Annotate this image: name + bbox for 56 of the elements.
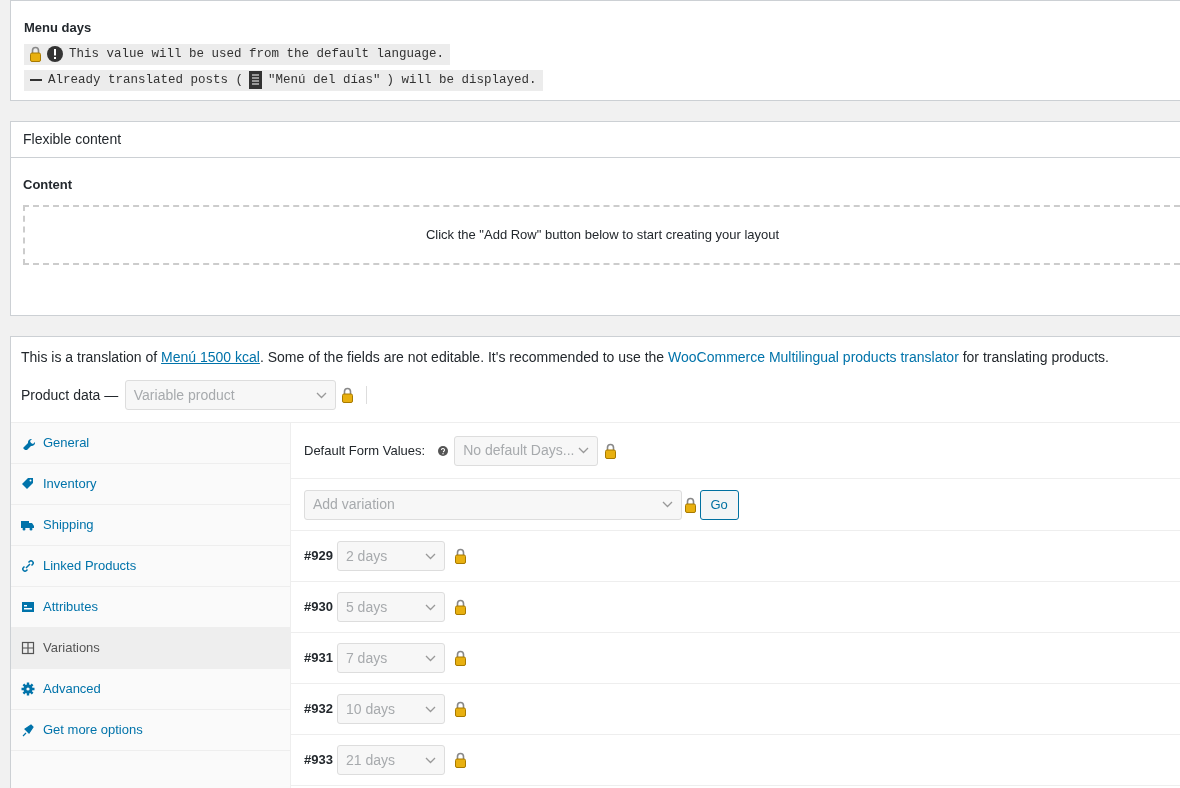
panel-title: Flexible content	[23, 130, 122, 149]
default-days-dropdown: No default Days...	[454, 435, 599, 466]
caret-icon	[315, 391, 327, 399]
document-icon	[249, 71, 263, 90]
notice-text: Already translated posts (	[48, 72, 244, 89]
variation-dropdown: 21 days	[336, 745, 445, 775]
field-label: Default Form Values:	[304, 441, 426, 460]
notice-text: This value will be used from the default language.	[69, 46, 445, 63]
lock-icon	[454, 548, 466, 564]
lock-icon	[604, 442, 616, 459]
notice-text: ) will be displayed.	[386, 72, 537, 89]
grid-icon	[21, 641, 35, 655]
lock-icon	[30, 46, 41, 63]
original-product-link[interactable]: Menú 1500 kcal	[161, 349, 260, 365]
variation-id: #930	[304, 598, 333, 617]
caret-icon	[578, 447, 590, 454]
caret-icon	[424, 552, 436, 560]
plug-icon	[21, 723, 35, 737]
tag-icon	[21, 477, 35, 491]
warning-icon	[47, 46, 63, 63]
caret-icon	[424, 705, 436, 713]
variation-dropdown: 7 days	[336, 643, 445, 673]
product-type-dropdown: Variable product	[124, 380, 336, 410]
variation-dropdown: 10 days	[336, 694, 445, 724]
wrench-icon	[21, 436, 35, 450]
lock-icon	[685, 496, 697, 513]
link-icon	[21, 559, 35, 573]
caret-icon	[424, 654, 436, 662]
empty-message: Click the "Add Row" button below to start creating your layout	[425, 225, 780, 244]
lock-icon	[454, 599, 466, 615]
product-data-label: Product data —	[21, 385, 119, 405]
translation-notice: This is a translation of Menú 1500 kcal. Some of the fields are not editable. It's recommended to use the WooCommerce Multilingual products translator for translating products.	[20, 348, 1110, 367]
lock-icon	[454, 701, 466, 717]
truck-icon	[21, 518, 35, 532]
caret-icon	[424, 603, 436, 611]
lock-icon	[454, 752, 466, 768]
field-label: Content	[23, 176, 74, 194]
variation-id: #931	[304, 649, 333, 668]
lock-icon	[454, 650, 466, 666]
sidebar-tab[interactable]: Variations	[11, 628, 290, 669]
variation-id: #933	[304, 751, 333, 770]
dash-icon	[30, 78, 42, 82]
post-title: "Menú del días"	[268, 72, 381, 89]
caret-icon	[662, 501, 673, 508]
variation-id: #932	[304, 700, 333, 719]
gear-icon	[21, 682, 35, 696]
lock-icon	[342, 387, 354, 403]
caret-icon	[424, 756, 436, 764]
translator-link[interactable]: WooCommerce Multilingual products translator	[668, 349, 959, 365]
field-label: Menu days	[24, 19, 93, 37]
help-icon	[437, 445, 448, 456]
add-variation-dropdown: Add variation	[304, 489, 682, 520]
variation-dropdown: 5 days	[336, 592, 445, 622]
variation-dropdown: 2 days	[336, 541, 445, 571]
variation-id: #929	[304, 547, 333, 566]
list-icon	[21, 600, 35, 614]
